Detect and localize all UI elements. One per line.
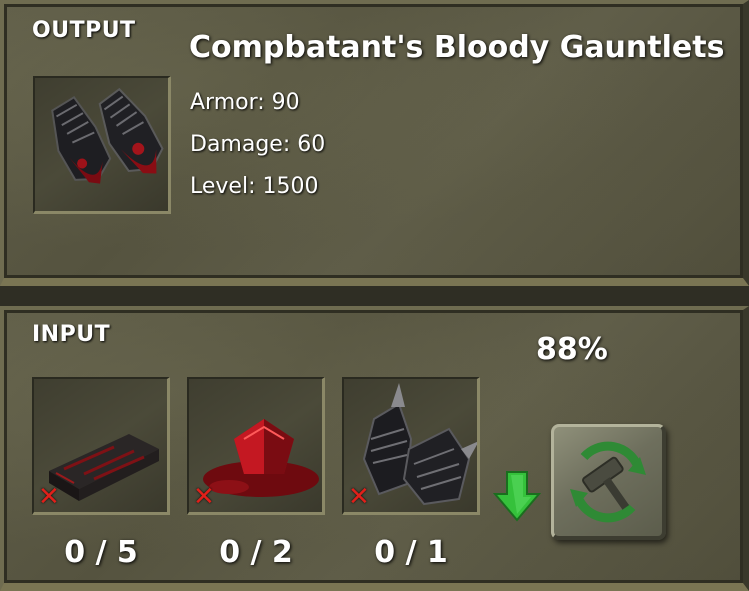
hammer-craft-icon: [570, 441, 646, 523]
item-name: Compbatant's Bloody Gauntlets: [189, 30, 725, 65]
ingredient-slot-3[interactable]: ✕: [342, 377, 480, 515]
ingredient-count-3: 0 / 1: [374, 535, 448, 570]
success-chance: 88%: [536, 332, 608, 367]
green-down-arrow-icon: [493, 471, 541, 522]
missing-x-icon: ✕: [38, 482, 60, 512]
output-item-slot[interactable]: [33, 76, 171, 214]
stat-armor: Armor: 90: [190, 90, 300, 115]
panel-divider: [0, 286, 749, 306]
craft-button[interactable]: [551, 424, 666, 540]
ingredient-slot-2[interactable]: ✕: [187, 377, 325, 515]
output-panel: OUTPUT Compbatant's Bloody Gauntlets Arm…: [0, 0, 749, 286]
missing-x-icon: ✕: [348, 482, 370, 512]
output-title: OUTPUT: [32, 18, 136, 43]
ingredient-count-1: 0 / 5: [64, 535, 138, 570]
bloody-gauntlets-icon: [51, 87, 164, 184]
missing-x-icon: ✕: [193, 482, 215, 512]
input-title: INPUT: [32, 322, 111, 347]
stat-level: Level: 1500: [190, 174, 319, 199]
stat-damage: Damage: 60: [190, 132, 326, 157]
ingredient-count-2: 0 / 2: [219, 535, 293, 570]
ingredient-slot-1[interactable]: ✕: [32, 377, 170, 515]
